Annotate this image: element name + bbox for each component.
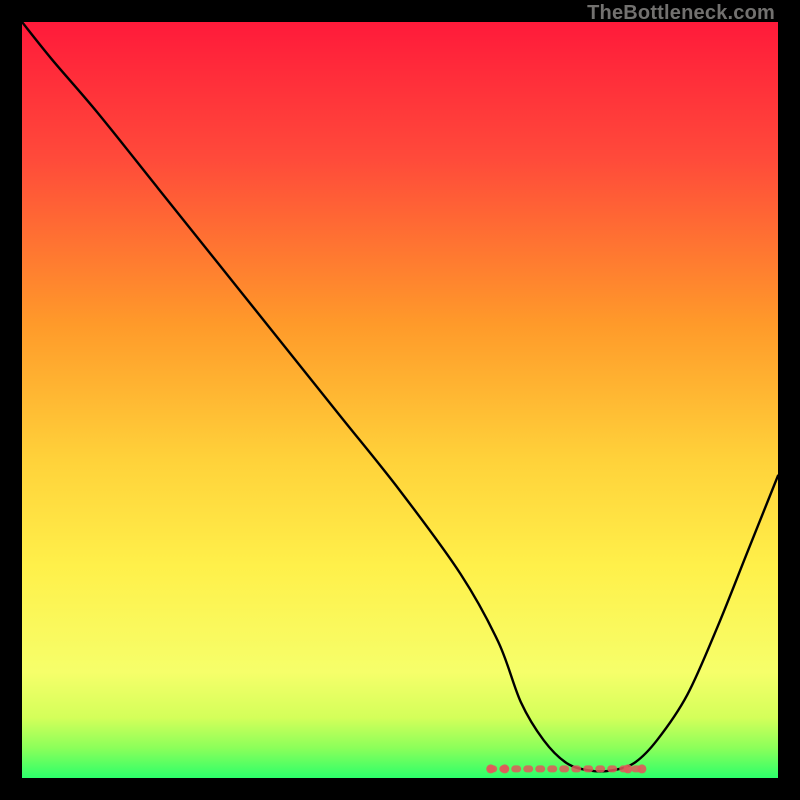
gradient-background — [22, 22, 778, 778]
watermark-text: TheBottleneck.com — [587, 2, 775, 25]
chart-frame — [22, 22, 778, 778]
bottleneck-chart — [22, 22, 778, 778]
